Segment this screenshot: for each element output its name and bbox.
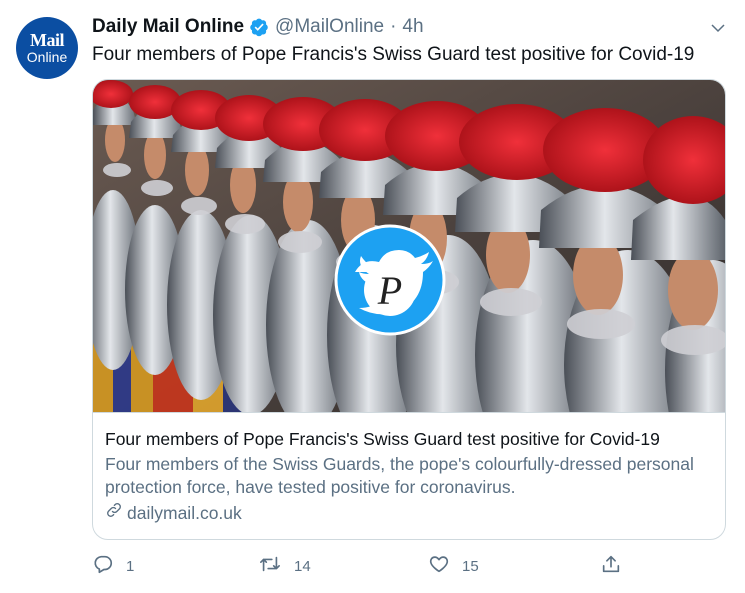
reply-button[interactable]: 1 (92, 553, 134, 579)
card-title: Four members of Pope Francis's Swiss Gua… (105, 429, 660, 449)
avatar-logo-line1: Mail (30, 29, 65, 50)
link-icon (105, 501, 127, 525)
card-image[interactable]: P (93, 80, 725, 480)
chevron-down-icon[interactable] (709, 19, 727, 42)
card-body[interactable]: Four members of Pope Francis's Swiss Gua… (105, 428, 713, 525)
retweet-button[interactable]: 14 (258, 553, 311, 579)
reply-icon (92, 553, 126, 579)
verified-icon (249, 17, 269, 37)
card-description: Four members of the Swiss Guards, the po… (105, 454, 694, 497)
card-domain: dailymail.co.uk (127, 502, 242, 523)
avatar-logo-line2: Online (26, 48, 68, 65)
retweet-icon (258, 553, 294, 579)
like-icon (428, 553, 462, 579)
like-button[interactable]: 15 (428, 553, 479, 579)
tweet-text: Four members of Pope Francis's Swiss Gua… (92, 44, 695, 65)
share-icon (600, 553, 634, 579)
tweet-header: Daily Mail Online @MailOnline · 4h (92, 14, 725, 40)
link-card[interactable]: P Four members of Pope Francis's Swiss G… (92, 79, 726, 540)
card-link[interactable]: dailymail.co.uk (105, 501, 713, 525)
retweet-count: 14 (294, 557, 311, 575)
reply-count: 1 (126, 557, 135, 575)
author-handle[interactable]: @MailOnline (275, 16, 384, 38)
tweet-actions: 1 14 15 (92, 553, 652, 579)
watermark-letter: P (377, 268, 402, 313)
author-name[interactable]: Daily Mail Online (92, 16, 244, 38)
like-count: 15 (462, 557, 479, 575)
timestamp[interactable]: 4h (402, 16, 423, 38)
separator-dot: · (390, 16, 397, 37)
share-button[interactable] (600, 553, 634, 579)
avatar[interactable]: Mail Online (16, 17, 78, 79)
